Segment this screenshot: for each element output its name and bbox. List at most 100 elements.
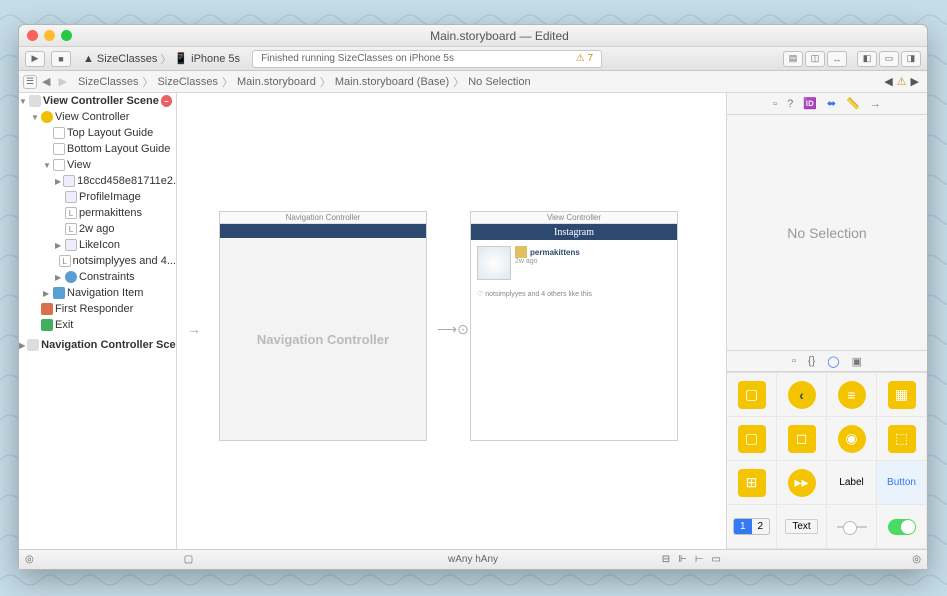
- navigation-controller-scene[interactable]: Navigation Controller Navigation Control…: [219, 211, 427, 441]
- attributes-inspector-tab[interactable]: ⬌: [827, 97, 836, 110]
- lib-tableview[interactable]: ≡: [827, 373, 877, 417]
- stop-button[interactable]: ■: [51, 51, 71, 67]
- identity-inspector-tab[interactable]: 🆔: [803, 97, 817, 110]
- lib-button[interactable]: Button: [877, 461, 927, 505]
- object-library[interactable]: ▢ ‹ ≡ ▦ ▢ ◻ ◉ ⬚ ⊞ ▸▸ Label Button 12 Tex…: [727, 372, 927, 549]
- panel-toggles: ◧ ▭ ◨: [857, 51, 921, 67]
- back-button[interactable]: ◀: [39, 75, 53, 89]
- lib-imageview[interactable]: ◉: [827, 417, 877, 461]
- lib-collectionview[interactable]: ▦: [877, 373, 927, 417]
- related-items-button[interactable]: ☰: [23, 75, 37, 89]
- library-filter-button[interactable]: ◎: [912, 554, 921, 565]
- size-inspector-tab[interactable]: 📏: [846, 97, 860, 110]
- breadcrumb-project[interactable]: SizeClasses: [74, 76, 143, 88]
- toggle-navigator-button[interactable]: ◧: [857, 51, 877, 67]
- lib-navcontroller[interactable]: ‹: [777, 373, 827, 417]
- outline-likeicon[interactable]: ▶LikeIcon: [19, 237, 176, 253]
- outline-navitem[interactable]: ▶Navigation Item: [19, 285, 176, 301]
- view-controller-scene[interactable]: View Controller Instagram permakittens 2…: [470, 211, 678, 441]
- disclosure-icon[interactable]: ▼: [19, 97, 27, 106]
- post-image[interactable]: [477, 246, 511, 280]
- lib-view2[interactable]: ▢: [727, 417, 777, 461]
- close-scene-button[interactable]: –: [161, 95, 172, 107]
- outline-constraints[interactable]: ▶Constraints: [19, 269, 176, 285]
- breadcrumb-base[interactable]: Main.storyboard (Base): [331, 76, 453, 88]
- next-issue-button[interactable]: ▶: [911, 75, 919, 88]
- assistant-editor-button[interactable]: ◫: [805, 51, 825, 67]
- storyboard-canvas[interactable]: → Navigation Controller Navigation Contr…: [177, 93, 727, 549]
- outline-exit[interactable]: Exit: [19, 317, 176, 333]
- outline-top-guide[interactable]: Top Layout Guide: [19, 125, 176, 141]
- view-icon: [53, 159, 65, 171]
- lib-label[interactable]: Label: [827, 461, 877, 505]
- close-window-button[interactable]: [27, 30, 38, 41]
- file-inspector-tab[interactable]: ▫: [773, 98, 777, 110]
- lib-player[interactable]: ▸▸: [777, 461, 827, 505]
- outline-first-responder[interactable]: First Responder: [19, 301, 176, 317]
- editor-mode-segmented: ▤ ◫ ↔: [783, 51, 847, 67]
- breadcrumb-folder[interactable]: SizeClasses: [153, 76, 222, 88]
- breadcrumb-selection[interactable]: No Selection: [464, 76, 534, 88]
- outline-scene-vc[interactable]: ▼ View Controller Scene –: [19, 93, 176, 109]
- activity-viewer[interactable]: Finished running SizeClasses on iPhone 5…: [252, 50, 602, 68]
- avatar-image[interactable]: [515, 246, 527, 258]
- outline-filter-button[interactable]: ◎: [25, 554, 34, 565]
- breadcrumb-file[interactable]: Main.storyboard: [233, 76, 320, 88]
- nav-bar-mock: [220, 224, 426, 238]
- lib-slider[interactable]: [827, 505, 877, 549]
- code-snippet-tab[interactable]: {}: [808, 355, 815, 367]
- outline-username-label[interactable]: Lpermakittens: [19, 205, 176, 221]
- lib-keyboard[interactable]: ⊞: [727, 461, 777, 505]
- warnings-badge[interactable]: ⚠ 7: [576, 53, 593, 64]
- zoom-window-button[interactable]: [61, 30, 72, 41]
- resolve-button[interactable]: ⊢: [695, 554, 704, 565]
- warning-icon[interactable]: ⚠: [897, 75, 907, 88]
- prev-issue-button[interactable]: ◀: [884, 75, 892, 88]
- run-button[interactable]: ▶: [25, 51, 45, 67]
- pin-button[interactable]: ⊩: [678, 554, 687, 565]
- size-class-control[interactable]: wAny hAny: [448, 554, 498, 565]
- file-template-tab[interactable]: ▫: [792, 355, 796, 367]
- lib-switch[interactable]: [877, 505, 927, 549]
- disclosure-icon[interactable]: ▼: [31, 113, 39, 122]
- scheme-selector[interactable]: ▲ SizeClasses 〉 📱 iPhone 5s: [77, 51, 246, 67]
- lib-container[interactable]: ◻: [777, 417, 827, 461]
- outline-likers-label[interactable]: Lnotsimplyyes and 4...: [19, 253, 176, 269]
- outline-profileimage[interactable]: ProfileImage: [19, 189, 176, 205]
- document-outline[interactable]: ▼ View Controller Scene – ▼ View Control…: [19, 93, 177, 549]
- disclosure-icon[interactable]: ▶: [19, 341, 25, 350]
- version-editor-button[interactable]: ↔: [827, 51, 847, 67]
- outline-viewcontroller[interactable]: ▼ View Controller: [19, 109, 176, 125]
- lib-textfield[interactable]: Text: [777, 505, 827, 549]
- object-library-tab[interactable]: ◯: [827, 355, 839, 368]
- button-text: Button: [887, 477, 916, 488]
- responder-icon: [41, 303, 53, 315]
- disclosure-icon[interactable]: ▼: [43, 161, 51, 170]
- outline-view[interactable]: ▼View: [19, 157, 176, 173]
- entry-point-arrow[interactable]: →: [187, 321, 201, 337]
- connections-inspector-tab[interactable]: →: [870, 98, 881, 110]
- disclosure-icon[interactable]: ▶: [55, 241, 63, 250]
- disclosure-icon[interactable]: ▶: [55, 273, 63, 282]
- outline-bottom-guide[interactable]: Bottom Layout Guide: [19, 141, 176, 157]
- toggle-utilities-button[interactable]: ◨: [901, 51, 921, 67]
- disclosure-icon[interactable]: ▶: [43, 289, 51, 298]
- outline-time-label[interactable]: L2w ago: [19, 221, 176, 237]
- outline-imageview[interactable]: ▶18ccd458e81711e2...: [19, 173, 176, 189]
- forward-button[interactable]: ▶: [55, 75, 69, 89]
- disclosure-icon[interactable]: ▶: [55, 177, 61, 186]
- minimize-window-button[interactable]: [44, 30, 55, 41]
- lib-glkview[interactable]: ⬚: [877, 417, 927, 461]
- media-library-tab[interactable]: ▣: [852, 355, 862, 368]
- standard-editor-button[interactable]: ▤: [783, 51, 803, 67]
- align-button[interactable]: ⊟: [662, 554, 670, 565]
- resizing-button[interactable]: ▭: [712, 554, 721, 565]
- quick-help-tab[interactable]: ?: [787, 98, 793, 110]
- titlebar[interactable]: Main.storyboard — Edited: [19, 25, 927, 47]
- cube-icon: ⬚: [888, 425, 916, 453]
- toggle-outline-button[interactable]: ▢: [184, 554, 193, 565]
- outline-scene-nc[interactable]: ▶ Navigation Controller Scene: [19, 337, 176, 353]
- toggle-debug-button[interactable]: ▭: [879, 51, 899, 67]
- lib-segmented[interactable]: 12: [727, 505, 777, 549]
- lib-view[interactable]: ▢: [727, 373, 777, 417]
